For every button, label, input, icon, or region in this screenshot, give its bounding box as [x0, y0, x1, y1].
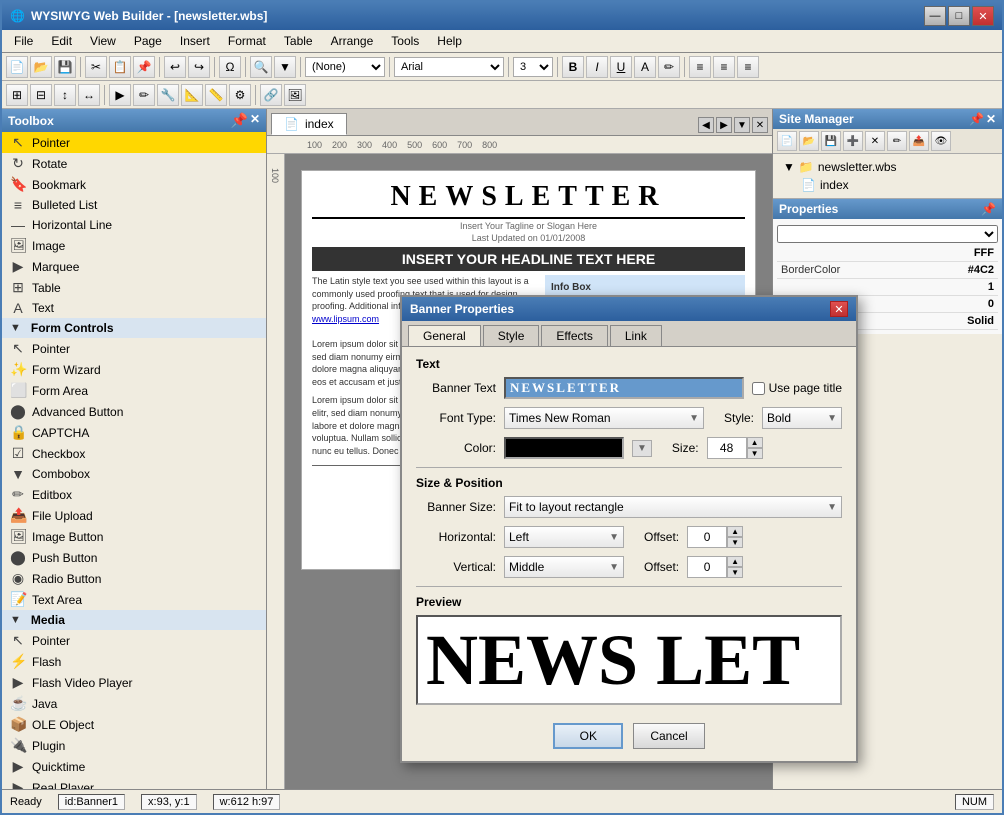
size-spinbox: ▲ ▼	[707, 437, 763, 459]
offset1-spinbox: ▲ ▼	[687, 526, 743, 548]
offset2-down-button[interactable]: ▼	[727, 567, 743, 578]
offset1-down-button[interactable]: ▼	[727, 537, 743, 548]
horizontal-select[interactable]: Left ▼	[504, 526, 624, 548]
divider-1	[416, 467, 842, 468]
dialog-label-style: Style:	[724, 411, 754, 425]
banner-text-input[interactable]	[504, 377, 744, 399]
dialog-row-horizontal: Horizontal: Left ▼ Offset: ▲ ▼	[416, 526, 842, 548]
dialog-label-banner-text: Banner Text	[416, 381, 496, 395]
banner-size-value: Fit to layout rectangle	[509, 500, 624, 514]
dialog-section-preview: Preview	[416, 595, 842, 609]
dialog-tab-style[interactable]: Style	[483, 325, 540, 346]
banner-properties-dialog: Banner Properties ✕ General Style Effect…	[400, 295, 858, 763]
style-select-dialog[interactable]: Bold ▼	[762, 407, 842, 429]
ok-button[interactable]: OK	[553, 723, 623, 749]
dialog-tabs: General Style Effects Link	[402, 321, 856, 347]
dialog-row-font: Font Type: Times New Roman ▼ Style: Bold…	[416, 407, 842, 429]
cancel-button[interactable]: Cancel	[633, 723, 704, 749]
color-picker-button[interactable]	[504, 437, 624, 459]
vertical-value: Middle	[509, 560, 544, 574]
font-type-value: Times New Roman	[509, 411, 611, 425]
size-up-button[interactable]: ▲	[747, 437, 763, 448]
style-value: Bold	[767, 411, 791, 425]
dialog-section-size-position: Size & Position	[416, 476, 842, 490]
dialog-label-color: Color:	[416, 441, 496, 455]
offset1-input[interactable]	[687, 526, 727, 548]
dialog-title: Banner Properties	[410, 302, 514, 316]
vertical-select[interactable]: Middle ▼	[504, 556, 624, 578]
preview-box: NEWS LET	[416, 615, 842, 705]
font-type-arrow-icon: ▼	[689, 413, 699, 424]
dialog-label-offset2: Offset:	[644, 560, 679, 574]
banner-size-select[interactable]: Fit to layout rectangle ▼	[504, 496, 842, 518]
dialog-row-color-size: Color: ▼ Size: ▲ ▼	[416, 437, 842, 459]
dialog-tab-effects[interactable]: Effects	[541, 325, 607, 346]
size-down-button[interactable]: ▼	[747, 448, 763, 459]
offset2-spinbox: ▲ ▼	[687, 556, 743, 578]
use-page-title-checkbox[interactable]	[752, 382, 765, 395]
dialog-label-banner-size: Banner Size:	[416, 500, 496, 514]
dialog-body: Text Banner Text Use page title Font Typ…	[402, 347, 856, 715]
banner-size-arrow-icon: ▼	[827, 502, 837, 513]
dialog-row-banner-size: Banner Size: Fit to layout rectangle ▼	[416, 496, 842, 518]
dialog-close-button[interactable]: ✕	[830, 301, 848, 317]
use-page-title-label: Use page title	[752, 381, 842, 395]
dialog-label-size: Size:	[672, 441, 699, 455]
dialog-label-horizontal: Horizontal:	[416, 530, 496, 544]
dialog-row-vertical: Vertical: Middle ▼ Offset: ▲ ▼	[416, 556, 842, 578]
dialog-tab-link[interactable]: Link	[610, 325, 662, 346]
dialog-overlay: Banner Properties ✕ General Style Effect…	[0, 0, 1004, 815]
dialog-title-bar: Banner Properties ✕	[402, 297, 856, 321]
offset2-input[interactable]	[687, 556, 727, 578]
dialog-label-vertical: Vertical:	[416, 560, 496, 574]
size-input[interactable]	[707, 437, 747, 459]
divider-2	[416, 586, 842, 587]
dialog-row-banner-text: Banner Text Use page title	[416, 377, 842, 399]
dialog-label-font-type: Font Type:	[416, 411, 496, 425]
preview-text: NEWS LET	[426, 619, 800, 702]
style-arrow-icon: ▼	[827, 413, 837, 424]
horizontal-value: Left	[509, 530, 529, 544]
font-type-select[interactable]: Times New Roman ▼	[504, 407, 704, 429]
vertical-arrow-icon: ▼	[609, 562, 619, 573]
horizontal-arrow-icon: ▼	[609, 532, 619, 543]
dialog-buttons: OK Cancel	[402, 715, 856, 761]
color-dropdown-arrow[interactable]: ▼	[632, 440, 652, 457]
offset1-up-button[interactable]: ▲	[727, 526, 743, 537]
offset2-up-button[interactable]: ▲	[727, 556, 743, 567]
dialog-label-offset1: Offset:	[644, 530, 679, 544]
dialog-section-text: Text	[416, 357, 842, 371]
dialog-tab-general[interactable]: General	[408, 325, 481, 346]
use-page-title-text: Use page title	[769, 381, 842, 395]
